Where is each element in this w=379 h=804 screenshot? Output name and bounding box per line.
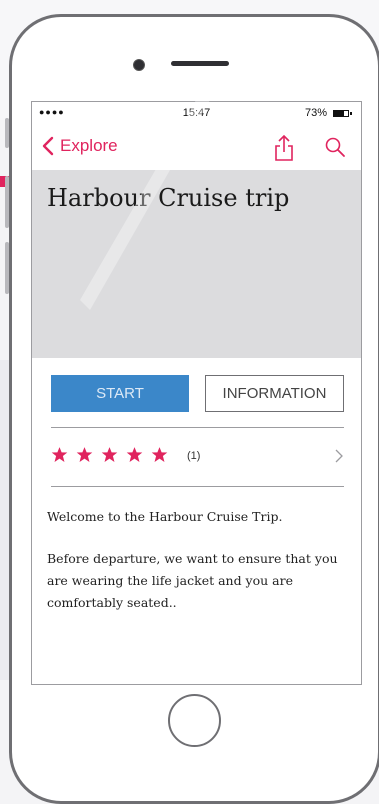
star-icon [76,447,93,462]
rating-row[interactable]: (1) [51,430,344,486]
chevron-right-icon [335,449,343,463]
battery-percentage: 73% [304,107,327,119]
share-icon[interactable] [273,134,295,162]
star-icon [51,447,68,462]
description-paragraph: Welcome to the Harbour Cruise Trip. [47,509,283,524]
back-button[interactable]: Explore [38,135,118,157]
phone-side-button [5,118,9,148]
status-bar: ●●●● 15:47 73% [32,102,361,124]
star-icon [126,447,143,462]
back-button-label: Explore [60,136,118,155]
phone-camera [133,59,145,71]
phone-side-button [5,176,9,228]
search-icon[interactable] [324,136,346,158]
chevron-left-icon [42,136,54,156]
hero-image: Harbour Cruise trip [32,170,361,358]
home-button[interactable] [168,694,221,747]
phone-side-button [5,242,9,294]
rating-count: (1) [187,450,201,462]
phone-speaker [171,61,229,66]
description-paragraph: Before departure, we want to ensure that… [47,551,338,610]
page-title: Harbour Cruise trip [47,184,290,212]
start-button[interactable]: START [51,375,189,412]
information-button[interactable]: INFORMATION [205,375,344,412]
description: Welcome to the Harbour Cruise Trip. Befo… [47,506,352,634]
battery-icon [333,110,349,117]
battery-tip [350,112,352,115]
star-icon [151,447,168,462]
star-rating [51,446,176,463]
divider [51,427,344,428]
navigation-bar: Explore [32,126,361,170]
star-icon [101,447,118,462]
app-screen: ●●●● 15:47 73% Explore Harbour Cruise tr… [31,101,362,685]
divider [51,486,344,487]
